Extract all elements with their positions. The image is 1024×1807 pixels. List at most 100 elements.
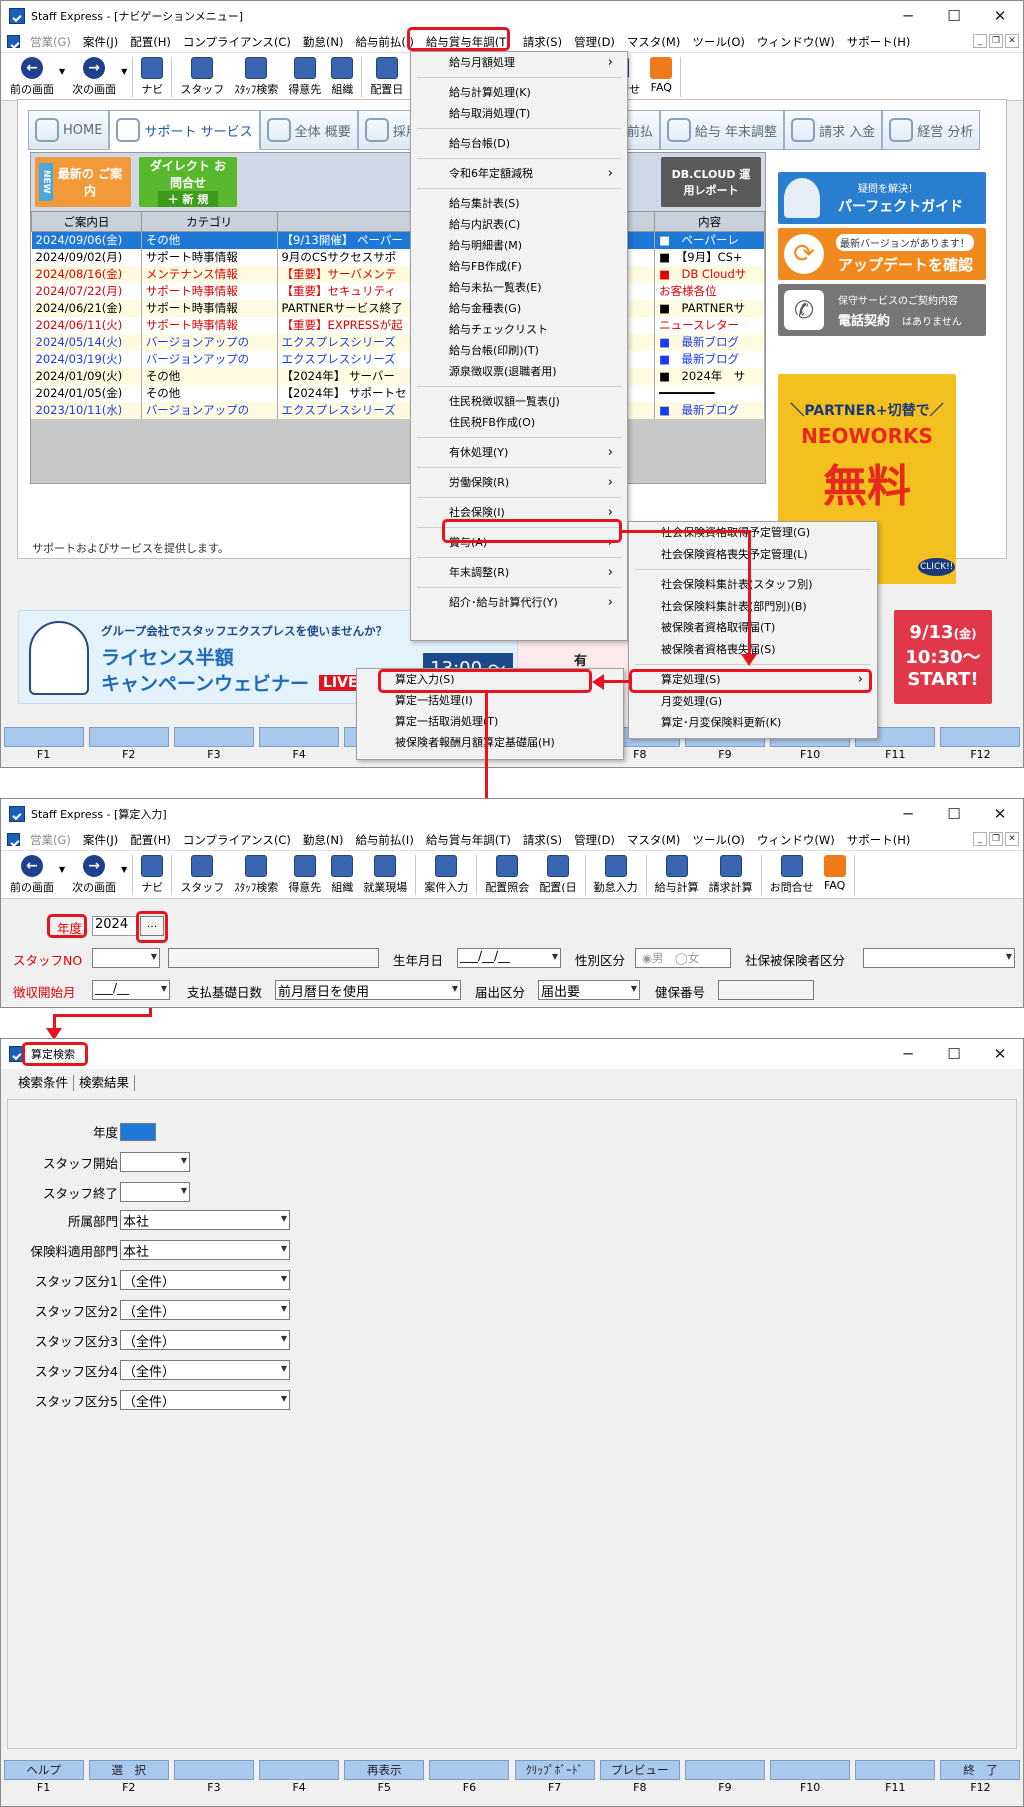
table-row[interactable]: 2024/09/06(金) その他 【9/13開催】 ペーパー ■ ペーパーレ [31,231,765,249]
toolbar-button-0[interactable]: ← 前の画面 [5,53,59,101]
update-banner[interactable]: ⟳ 最新バージョンがあります！ アップデートを確認 [778,228,986,280]
search-field-input[interactable]: 本社 [120,1240,290,1260]
menu-2[interactable]: 配置(H) [124,32,177,52]
dbcloud-report-button[interactable]: DB.CLOUD 運用レポート [661,157,761,207]
search-field-input[interactable] [120,1122,156,1141]
menu-item[interactable]: 紹介･給与計算代行(Y) › [411,592,627,613]
nav-tab-7[interactable]: 給与 年末調整 [659,110,785,150]
toolbar-button-0[interactable]: ← 前の画面 [5,851,59,899]
table-row[interactable]: 2024/07/22(月) サポート時事情報 【重要】セキュリティ お客様各位 [31,282,765,300]
menu-8[interactable]: 管理(D) [568,32,621,52]
menu-item[interactable]: 労働保険(R) › [411,472,627,493]
toolbar-button-6[interactable]: 組織 [326,53,358,101]
function-key-button[interactable] [259,1760,340,1780]
menu-4[interactable]: 勤怠(N) [297,830,350,850]
function-key-button[interactable]: 再表示 [344,1760,425,1780]
chevron-down-icon[interactable]: ▼ [121,67,127,76]
menu-8[interactable]: 管理(D) [568,830,621,850]
toolbar-button-3[interactable]: スタッフ [175,53,229,101]
menu-item[interactable]: 給与台帳(D) [411,133,627,154]
toolbar-button-5[interactable]: 得意先 [283,53,326,101]
date-banner[interactable]: 9/13(金) 10:30〜 START! [894,610,992,704]
menu-item[interactable]: 社会保険料集計表(部門別)(B) [629,596,877,618]
function-key-button[interactable] [88,727,169,747]
toolbar-button-9[interactable]: 配置照会 [480,851,534,899]
notify-select[interactable]: 届出要 [538,980,640,1000]
direct-inquiry-button[interactable]: ダイレクト お問合せ ＋ 新 規 [139,157,237,207]
function-key-button[interactable]: 選 択 [88,1760,169,1780]
menu-item[interactable]: 給与FB作成(F) [411,256,627,277]
menu-item[interactable]: 社会保険資格喪失予定管理(L) [629,544,877,566]
menu-item[interactable]: 被保険者資格取得届(T) [629,617,877,639]
table-row[interactable]: 2024/08/16(金) メンテナンス情報 【重要】サーバメンテ ■ DB Clou… [31,265,765,283]
menu-item[interactable]: 給与未払一覧表(E) [411,277,627,298]
table-row[interactable]: 2024/03/19(火) バージョンアップの エクスプレスシリーズ ■ 最新ブログ [31,350,765,368]
menu-item[interactable]: 被保険者報酬月額算定基礎届(H) [357,732,623,753]
menu-item[interactable]: 給与取消処理(T) [411,103,627,124]
nav-tab-0[interactable]: HOME [28,110,110,150]
menu-item[interactable]: 給与チェックリスト [411,319,627,340]
menu-item[interactable]: 給与金種表(G) [411,298,627,319]
toolbar-button-11[interactable]: 勤怠入力 [589,851,643,899]
menu-item[interactable]: 給与明細書(M) [411,235,627,256]
table-row[interactable]: 2024/09/02(月) サポート時事情報 9月のCSサクセスサポ ■ 【9月】CS… [31,248,765,266]
menu-7[interactable]: 請求(S) [517,830,568,850]
menu-10[interactable]: ツール(O) [686,32,751,52]
toolbar-button-5[interactable]: 得意先 [283,851,326,899]
toolbar-button-15[interactable]: FAQ [819,851,851,899]
gender-male[interactable]: 男 [652,951,664,965]
menu-item[interactable]: 算定･月変保険料更新(K) [629,712,877,734]
menu-item[interactable]: 源泉徴収票(退職者用) [411,361,627,382]
menu-item[interactable]: 有休処理(Y) › [411,442,627,463]
function-key-button[interactable]: ｸﾘｯﾌﾟﾎﾞｰﾄﾞ [514,1760,595,1780]
chevron-down-icon[interactable]: ▼ [121,865,127,874]
minimize-button[interactable]: ─ [885,799,931,829]
menu-item[interactable]: 算定一括処理(I) [357,690,623,711]
maximize-button[interactable]: ☐ [931,1,977,31]
toolbar-button-6[interactable]: 組織 [326,851,358,899]
gender-female[interactable]: 女 [688,951,700,965]
menu-item[interactable]: 算定一括取消処理(T) [357,711,623,732]
menu-6[interactable]: 給与賞与年調(T) [420,830,517,850]
table-row[interactable]: 2023/10/11(水) バージョンアップの エクスプレスシリーズ ■ 最新ブログ [31,401,765,419]
menu-item[interactable]: 給与台帳(印刷)(T) [411,340,627,361]
toolbar-button-3[interactable]: スタッフ [175,851,229,899]
toolbar-button-10[interactable]: 配置(日 [534,851,581,899]
minimize-button[interactable]: ─ [885,1039,931,1069]
perfect-guide-banner[interactable]: 疑問を解決！ パーフェクトガイド [778,172,986,224]
function-key-button[interactable]: プレビュー [599,1760,680,1780]
search-field-input[interactable]: （全件） [120,1330,290,1350]
close-button[interactable]: ✕ [977,799,1023,829]
table-row[interactable]: 2024/05/14(火) バージョンアップの エクスプレスシリーズ ■ 最新ブログ [31,333,765,351]
tab-search-results[interactable]: 検索結果 [74,1075,136,1091]
search-field-input[interactable] [120,1152,190,1172]
function-key-button[interactable]: ヘルプ [3,1760,84,1780]
toolbar-button-7[interactable]: 配置日 [365,53,408,101]
toolbar-button-4[interactable]: ｽﾀｯﾌ検索 [229,851,283,899]
mdi-minimize[interactable]: _ [973,34,987,48]
toolbar-button-12[interactable]: 給与計算 [650,851,704,899]
toolbar-button-2[interactable]: ナビ [136,851,168,899]
function-key-button[interactable] [855,1760,936,1780]
menu-9[interactable]: マスタ(M) [621,830,686,850]
function-key-button[interactable] [173,1760,254,1780]
menu-item[interactable]: 給与月額処理 › [411,52,627,73]
toolbar-button-8[interactable]: 案件入力 [419,851,473,899]
start-month-input[interactable]: ___/__ [92,980,170,1000]
close-button[interactable]: ✕ [977,1039,1023,1069]
function-key-button[interactable] [173,727,254,747]
toolbar-button-4[interactable]: ｽﾀｯﾌ検索 [229,53,283,101]
table-row[interactable]: 2024/06/21(金) サポート時事情報 PARTNERサービス終了 ■ PART… [31,299,765,317]
menu-3[interactable]: コンプライアンス(C) [177,32,297,52]
mdi-close[interactable]: ✕ [1005,34,1019,48]
menu-5[interactable]: 給与前払(I) [349,830,419,850]
menu-item[interactable]: 給与集計表(S) [411,193,627,214]
toolbar-button-7[interactable]: 就業現場 [358,851,412,899]
maximize-button[interactable]: ☐ [931,799,977,829]
menu-0[interactable]: 営業(G) [24,830,77,850]
nav-tab-2[interactable]: 全体 概要 [259,110,358,150]
new-info-button[interactable]: NEW 最新の ご案内 [35,157,131,207]
toolbar-button-12[interactable]: FAQ [645,53,677,101]
maximize-button[interactable]: ☐ [931,1039,977,1069]
new-inquiry-button[interactable]: ＋ 新 規 [157,191,219,207]
